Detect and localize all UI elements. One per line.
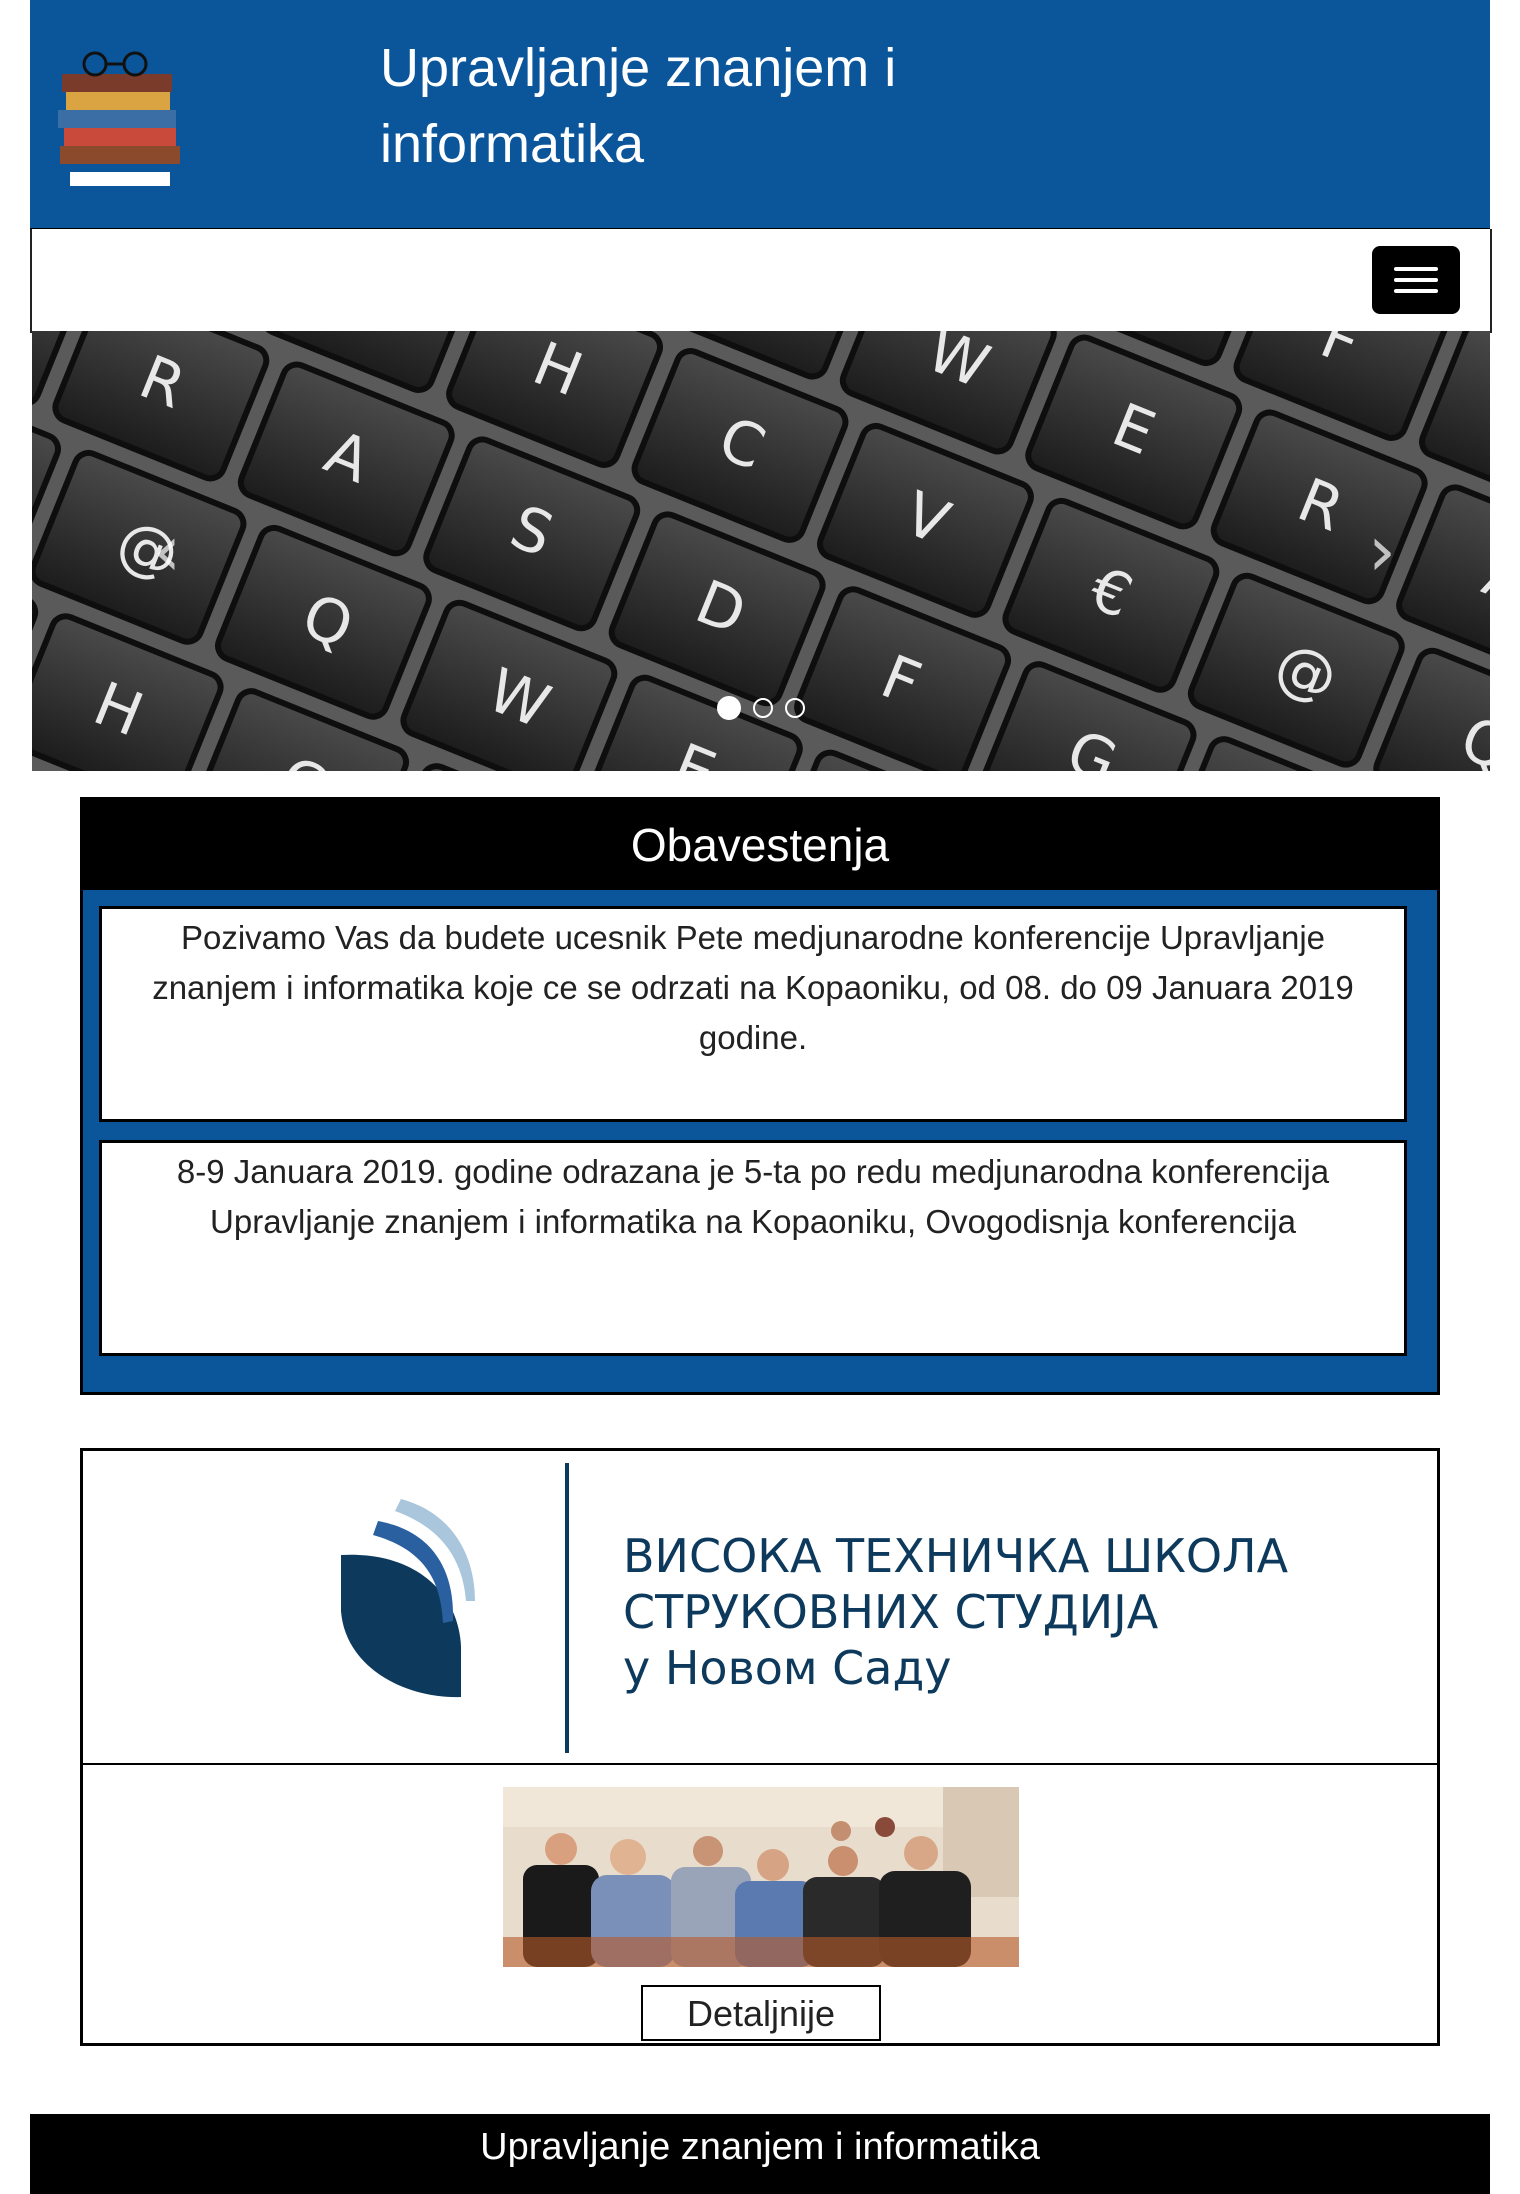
school-card: ВИСОКА ТЕХНИЧКА ШКОЛА СТРУКОВНИХ СТУДИЈА…	[80, 1448, 1440, 2046]
notices-panel: Obavestenja Pozivamo Vas da budete ucesn…	[80, 797, 1440, 1395]
navbar	[30, 229, 1492, 333]
carousel-indicator-1[interactable]	[716, 696, 741, 720]
carousel-indicators	[32, 696, 1490, 723]
notice-item[interactable]: 8-9 Januara 2019. godine odrazana je 5-t…	[99, 1140, 1407, 1356]
details-button[interactable]: Detaljnije	[641, 1985, 881, 2041]
books-stack-icon[interactable]	[50, 46, 200, 196]
conference-photo	[503, 1787, 1019, 1967]
site-header: Upravljanje znanjem i informatika	[30, 0, 1490, 230]
school-name-line: ВИСОКА ТЕХНИЧКА ШКОЛА	[623, 1529, 1289, 1583]
image-carousel[interactable]: QWERASDFGHCV€@QWERASDFGHCV€@QWERASDFGHCV…	[32, 331, 1490, 771]
school-name-line: у Новом Саду	[623, 1641, 952, 1695]
site-footer: Upravljanje znanjem i informatika	[30, 2114, 1490, 2194]
carousel-indicator-3[interactable]	[785, 698, 806, 718]
school-name-line: СТРУКОВНИХ СТУДИЈА	[623, 1585, 1159, 1639]
carousel-indicator-2[interactable]	[753, 698, 773, 718]
site-title: Upravljanje znanjem i informatika	[380, 38, 897, 174]
notices-title: Obavestenja	[83, 800, 1437, 890]
hamburger-menu-icon[interactable]	[1372, 246, 1460, 314]
carousel-prev-icon[interactable]: ‹	[137, 501, 197, 601]
notice-item[interactable]: Pozivamo Vas da budete ucesnik Pete medj…	[99, 906, 1407, 1122]
carousel-next-icon[interactable]: ›	[1352, 501, 1412, 601]
school-logo: ВИСОКА ТЕХНИЧКА ШКОЛА СТРУКОВНИХ СТУДИЈА…	[83, 1451, 1437, 1765]
